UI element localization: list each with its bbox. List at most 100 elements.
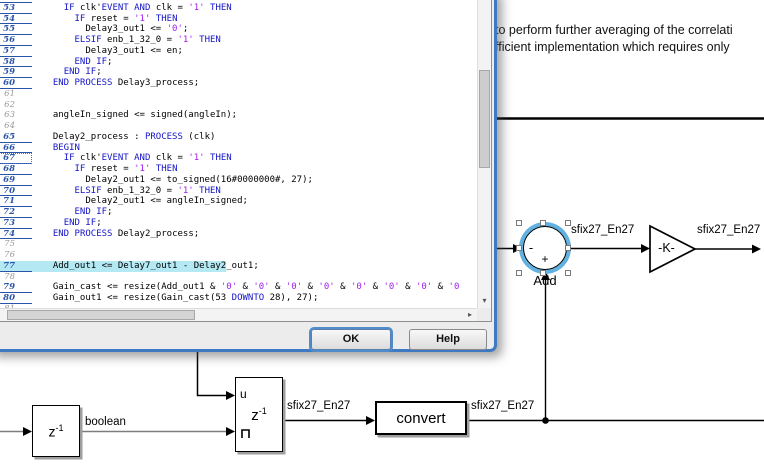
scroll-left-icon[interactable]: ◂ xyxy=(0,309,2,321)
line-number[interactable]: 53 xyxy=(0,3,32,14)
hscrollbar-thumb[interactable] xyxy=(7,310,195,320)
code-text: Gain_out1 <= resize(Gain_cast(53 DOWNTO … xyxy=(32,293,318,304)
selection-handle[interactable] xyxy=(516,245,522,251)
code-line: 66 BEGIN xyxy=(0,143,477,154)
code-line: 72 END IF; xyxy=(0,207,477,218)
signal-label: sfix27_En27 xyxy=(571,224,634,236)
code-text: END IF; xyxy=(32,218,102,229)
line-number[interactable]: 74 xyxy=(0,229,32,240)
code-line: 53 IF clk'EVENT AND clk = '1' THEN xyxy=(0,3,477,14)
line-number[interactable]: 58 xyxy=(0,57,32,68)
code-text: Delay3_out1 <= en; xyxy=(32,46,183,57)
line-number[interactable]: 68 xyxy=(0,164,32,175)
line-number[interactable]: 55 xyxy=(0,24,32,35)
delay-block[interactable]: z-1 xyxy=(32,405,80,457)
wire-u-input xyxy=(198,352,228,396)
line-number: 63 xyxy=(0,110,32,121)
code-text: Delay2_process : PROCESS (clk) xyxy=(32,132,215,143)
wire-junction-dot xyxy=(542,417,549,424)
help-button[interactable]: Help xyxy=(409,329,487,350)
code-line: 74 END PROCESS Delay2_process; xyxy=(0,229,477,240)
code-text xyxy=(32,272,42,283)
code-line: 65 Delay2_process : PROCESS (clk) xyxy=(0,132,477,143)
enabled-delay-block[interactable]: u z-1 xyxy=(235,377,283,452)
code-lines: 52 BEGIN53 IF clk'EVENT AND clk = '1' TH… xyxy=(0,0,477,308)
line-number[interactable]: 73 xyxy=(0,218,32,229)
line-number[interactable]: 77 xyxy=(0,261,32,272)
code-line: 56 ELSIF enb_1_32_0 = '1' THEN xyxy=(0,35,477,46)
code-line: 68 IF reset = '1' THEN xyxy=(0,164,477,175)
code-text: angleIn_signed <= signed(angleIn); xyxy=(32,110,237,121)
code-text: BEGIN xyxy=(32,143,80,154)
code-text: Delay3_out1 <= '0'; xyxy=(32,24,188,35)
code-text: END IF; xyxy=(32,67,102,78)
line-number[interactable]: 54 xyxy=(0,14,32,25)
selection-handle[interactable] xyxy=(516,270,522,276)
convert-block[interactable]: convert xyxy=(375,401,467,435)
code-line: 70 ELSIF enb_1_32_0 = '1' THEN xyxy=(0,186,477,197)
line-number[interactable]: 59 xyxy=(0,67,32,78)
code-text: END IF; xyxy=(32,57,112,68)
code-text: IF reset = '1' THEN xyxy=(32,164,178,175)
line-number[interactable]: 56 xyxy=(0,35,32,46)
scroll-right-icon[interactable]: ▸ xyxy=(463,309,477,321)
code-text: END PROCESS Delay3_process; xyxy=(32,78,199,89)
code-line: 67 IF clk'EVENT AND clk = '1' THEN xyxy=(0,153,477,164)
scroll-down-icon[interactable]: ▾ xyxy=(478,294,491,308)
line-number[interactable]: 60 xyxy=(0,78,32,89)
code-text xyxy=(32,121,42,132)
convert-block-label: convert xyxy=(396,410,445,427)
simulink-window: to perform further averaging of the corr… xyxy=(0,0,764,467)
line-number[interactable]: 80 xyxy=(0,293,32,304)
vscrollbar-thumb[interactable] xyxy=(479,70,490,168)
code-line: 54 IF reset = '1' THEN xyxy=(0,14,477,25)
signal-label: sfix27_En27 xyxy=(697,224,760,236)
code-line: 80 Gain_out1 <= resize(Gain_cast(53 DOWN… xyxy=(0,293,477,304)
line-number[interactable]: 66 xyxy=(0,143,32,154)
line-number[interactable]: 69 xyxy=(0,175,32,186)
u-port-label: u xyxy=(240,387,247,401)
code-line: 71 Delay2_out1 <= angleIn_signed; xyxy=(0,196,477,207)
code-text xyxy=(32,250,42,261)
code-line: 59 END IF; xyxy=(0,67,477,78)
line-number[interactable]: 72 xyxy=(0,207,32,218)
code-line: 62 xyxy=(0,100,477,111)
line-number[interactable]: 70 xyxy=(0,186,32,197)
code-text: Add_out1 <= Delay7_out1 - Delay2_out1; xyxy=(32,261,259,272)
line-number[interactable]: 67 xyxy=(0,153,32,164)
code-line: 57 Delay3_out1 <= en; xyxy=(0,46,477,57)
line-number: 64 xyxy=(0,121,32,132)
line-number[interactable]: 79 xyxy=(0,282,32,293)
selection-handle[interactable] xyxy=(516,220,522,226)
line-number[interactable]: 65 xyxy=(0,132,32,143)
selection-handle[interactable] xyxy=(540,270,546,276)
line-number[interactable]: 71 xyxy=(0,196,32,207)
line-number: 62 xyxy=(0,100,32,111)
code-text: Delay2_out1 <= angleIn_signed; xyxy=(32,196,248,207)
signal-label: sfix27_En27 xyxy=(471,400,534,412)
line-number: 76 xyxy=(0,250,32,261)
code-text: ELSIF enb_1_32_0 = '1' THEN xyxy=(32,186,221,197)
code-line: 77 Add_out1 <= Delay7_out1 - Delay2_out1… xyxy=(0,261,477,272)
horizontal-scrollbar: ◂ ▸ xyxy=(0,308,477,321)
arrowhead-icon xyxy=(752,245,761,254)
code-line: 58 END IF; xyxy=(0,57,477,68)
selection-handle[interactable] xyxy=(540,220,546,226)
code-line: 63 angleIn_signed <= signed(angleIn); xyxy=(0,110,477,121)
arrowhead-icon xyxy=(23,427,32,436)
line-number[interactable]: 57 xyxy=(0,46,32,57)
gain-block-label: -K- xyxy=(650,241,683,255)
code-text: Gain_cast <= resize(Add_out1 & '0' & '0'… xyxy=(32,282,459,293)
signal-label: sfix27_En27 xyxy=(287,400,350,412)
ok-button[interactable]: OK xyxy=(311,329,391,350)
selection-handle[interactable] xyxy=(565,270,571,276)
code-line: 69 Delay2_out1 <= to_signed(16#0000000#,… xyxy=(0,175,477,186)
arrowhead-icon xyxy=(641,244,650,253)
model-annotation[interactable]: to perform further averaging of the corr… xyxy=(495,22,764,56)
add-plus-sign: + xyxy=(539,252,551,266)
code-line: 76 xyxy=(0,250,477,261)
selection-handle[interactable] xyxy=(565,245,571,251)
arrowhead-icon xyxy=(226,391,235,400)
code-text xyxy=(32,100,42,111)
hdl-code-dialog: 52 BEGIN53 IF clk'EVENT AND clk = '1' TH… xyxy=(0,0,497,352)
